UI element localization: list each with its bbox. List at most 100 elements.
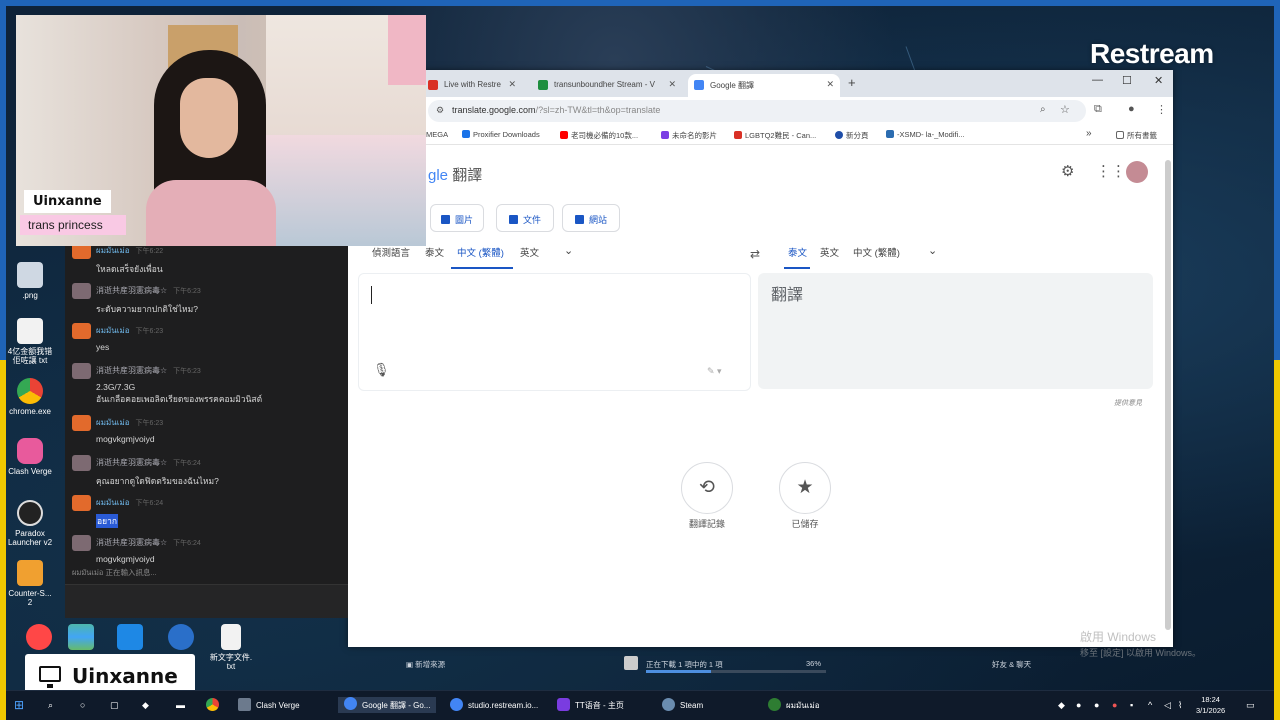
taskbar-tt-voice[interactable]: TT语音 - 主页 <box>557 698 624 711</box>
account-avatar[interactable] <box>1126 161 1148 183</box>
chat-username[interactable]: 消逝共産羽憲病毒☆ <box>96 537 167 548</box>
chat-username[interactable]: 消逝共産羽憲病毒☆ <box>96 457 167 468</box>
chat-username[interactable]: 消逝共産羽憲病毒☆ <box>96 285 167 296</box>
task-view-icon[interactable]: ▢ <box>110 700 119 711</box>
taskbar-clash-verge[interactable]: Clash Verge <box>238 698 300 711</box>
desktop-icon-txt[interactable]: 4亿金额我错 佢咗讓 txt <box>6 318 54 365</box>
close-tab-icon[interactable]: ✕ <box>668 79 676 90</box>
extensions-icon[interactable]: ⧉ <box>1094 103 1102 116</box>
desktop-icon-v-app[interactable] <box>157 624 205 653</box>
maximize-icon[interactable]: ☐ <box>1122 74 1132 87</box>
chat-avatar[interactable] <box>72 455 91 471</box>
tray-icon-app[interactable]: ● <box>1094 700 1099 710</box>
chat-avatar[interactable] <box>72 363 91 379</box>
target-lang-english[interactable]: 英文 <box>820 245 839 259</box>
desktop-icon-ea[interactable] <box>15 624 63 653</box>
source-lang-detect[interactable]: 偵測語言 <box>372 245 410 259</box>
target-lang-chinese-traditional[interactable]: 中文 (繁體) <box>853 245 900 259</box>
bookmark-new-tab[interactable]: 新分頁 <box>835 130 869 141</box>
mode-documents-button[interactable]: 文件 <box>496 204 554 232</box>
tray-icon-purple[interactable]: ◆ <box>1058 700 1065 711</box>
desktop-icon-window-app[interactable] <box>106 624 154 653</box>
taskbar-google-translate[interactable]: Google 翻譯 - Go... <box>338 697 437 713</box>
profile-icon[interactable]: ● <box>1128 103 1135 115</box>
desktop-icon-chrome[interactable]: chrome.exe <box>6 378 54 416</box>
desktop-icon-layers[interactable] <box>57 624 105 653</box>
notification-icon[interactable]: ▭ <box>1246 700 1255 711</box>
tab-restream-live[interactable]: Live with Restre ✕ <box>422 74 522 97</box>
bookmark-proxifier[interactable]: Proxifier Downloads <box>462 130 540 139</box>
site-info-icon[interactable]: ⚙ <box>436 105 444 116</box>
desktop-icon-new-text[interactable]: 新文字文件. txt <box>207 624 255 671</box>
mode-websites-button[interactable]: 網站 <box>562 204 620 232</box>
tray-icon-app[interactable]: ▪ <box>1130 700 1133 710</box>
chat-avatar[interactable] <box>72 283 91 299</box>
address-bar[interactable]: ⚙ translate.google.com/?sl=zh-TW&tl=th&o… <box>428 100 1086 122</box>
desktop-icon-counter-strike[interactable]: Counter-S... 2 <box>6 560 54 607</box>
chat-username[interactable]: ผมมันเม่อ <box>96 324 130 337</box>
chat-avatar[interactable] <box>72 415 91 431</box>
chat-avatar[interactable] <box>72 495 91 511</box>
network-icon[interactable]: ⌇ <box>1178 700 1182 711</box>
cortana-icon[interactable]: ○ <box>80 700 85 710</box>
bookmark-youtube[interactable]: 老司機必備的10款... <box>560 130 638 141</box>
bookmark-video[interactable]: 未命名的影片 <box>661 130 717 141</box>
desktop-icon-clash[interactable]: Clash Verge <box>6 438 54 476</box>
close-tab-icon[interactable]: ✕ <box>826 79 834 90</box>
tray-icon-app[interactable]: ● <box>1112 700 1117 710</box>
zoom-icon[interactable]: ⌕ <box>1040 104 1046 115</box>
close-window-icon[interactable]: ✕ <box>1154 74 1163 87</box>
tab-google-translate[interactable]: Google 翻譯 ✕ <box>688 74 840 97</box>
handwriting-icon[interactable]: ✎ ▾ <box>707 366 722 377</box>
source-lang-english[interactable]: 英文 <box>520 245 539 259</box>
new-tab-button[interactable]: + <box>848 75 856 90</box>
desktop-icon-paradox[interactable]: Paradox Launcher v2 <box>6 500 54 547</box>
source-lang-thai[interactable]: 泰文 <box>425 245 444 259</box>
tray-chevron-icon[interactable]: ^ <box>1148 700 1152 710</box>
taskbar-steam[interactable]: Steam <box>662 698 703 711</box>
chat-avatar[interactable] <box>72 323 91 339</box>
page-scrollbar[interactable] <box>1165 160 1171 630</box>
mode-images-button[interactable]: 圖片 <box>430 204 484 232</box>
swap-languages-icon[interactable]: ⇄ <box>750 247 760 261</box>
translate-logo[interactable]: gle 翻譯 <box>428 164 482 185</box>
bookmark-xsmd[interactable]: -XSMD- la-_Modifi... <box>886 130 965 139</box>
bookmark-star-icon[interactable]: ☆ <box>1060 103 1070 116</box>
system-clock[interactable]: 18:24 3/1/2026 <box>1196 694 1225 716</box>
target-lang-more-icon[interactable]: ⌄ <box>928 244 937 257</box>
search-icon[interactable]: ⌕ <box>48 700 53 711</box>
chat-avatar[interactable] <box>72 535 91 551</box>
bookmark-mega[interactable]: MEGA <box>426 130 448 139</box>
volume-icon[interactable]: ◁ <box>1164 700 1171 711</box>
chat-username[interactable]: ผมมันเม่อ <box>96 416 130 429</box>
tray-icon-app[interactable]: ● <box>1076 700 1081 710</box>
apps-grid-icon[interactable]: ⋮⋮ <box>1096 162 1126 180</box>
send-feedback-link[interactable]: 提供意見 <box>1114 398 1142 408</box>
menu-icon[interactable]: ⋮ <box>1156 103 1167 116</box>
settings-gear-icon[interactable]: ⚙ <box>1061 162 1074 180</box>
friends-chat-button[interactable]: 好友 & 聊天 <box>992 659 1031 670</box>
source-lang-more-icon[interactable]: ⌄ <box>564 244 573 257</box>
windows-start-icon[interactable]: ⊞ <box>14 698 24 712</box>
saved-button[interactable]: ★ <box>779 462 831 514</box>
tab-stream[interactable]: transunboundher Stream - V ✕ <box>532 74 682 97</box>
bookmarks-overflow-icon[interactable]: » <box>1086 128 1092 139</box>
app-icon[interactable]: ◆ <box>142 700 149 711</box>
target-lang-thai[interactable]: 泰文 <box>788 245 807 259</box>
taskbar-restream-studio[interactable]: studio.restream.io... <box>450 698 538 711</box>
bookmark-lgbtq[interactable]: LGBTQ2難民 - Can... <box>734 130 816 141</box>
chat-input[interactable] <box>65 584 348 618</box>
taskbar-chat-user[interactable]: ผมมันเม่อ <box>768 698 820 712</box>
all-bookmarks-button[interactable]: 所有書籤 <box>1116 130 1157 141</box>
close-tab-icon[interactable]: ✕ <box>508 79 516 90</box>
minimize-icon[interactable]: — <box>1092 74 1103 86</box>
history-button[interactable]: ⟲ <box>681 462 733 514</box>
chat-username[interactable]: 消逝共産羽憲病毒☆ <box>96 365 167 376</box>
desktop-icon-png[interactable]: .png <box>6 262 54 300</box>
taskbar-chrome[interactable] <box>206 698 224 711</box>
microphone-icon[interactable]: 🎙 <box>373 362 390 378</box>
chat-username[interactable]: ผมมันเม่อ <box>96 496 130 509</box>
folder-icon[interactable]: ▬ <box>176 700 185 710</box>
source-text-area[interactable]: 🎙 ✎ ▾ <box>358 273 751 391</box>
add-source-button[interactable]: ▣ 新增來源 <box>406 659 445 670</box>
